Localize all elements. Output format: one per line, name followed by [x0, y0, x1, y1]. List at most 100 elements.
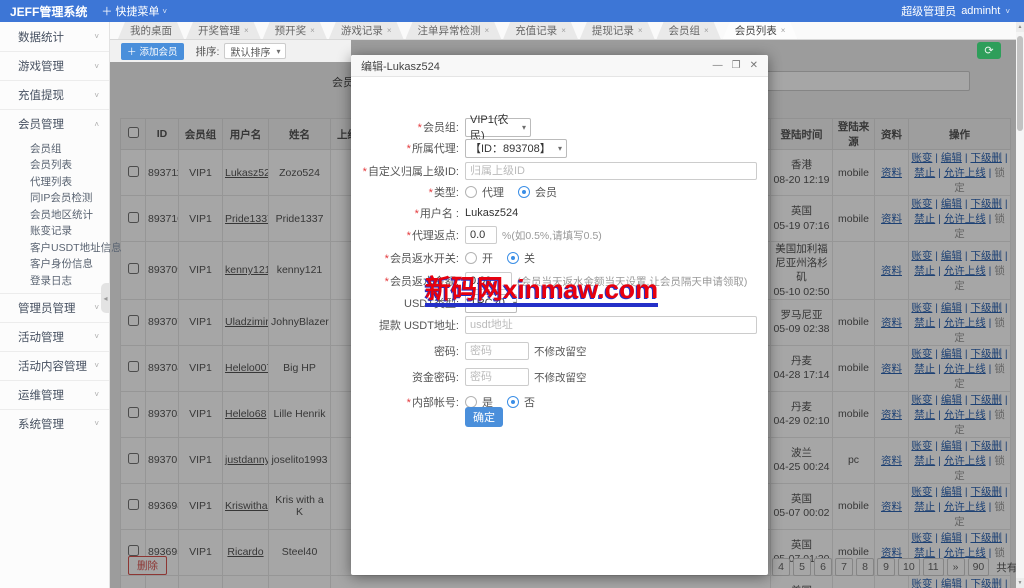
sort-label: 排序:	[195, 45, 220, 58]
sidebar-group-label: 充值提现	[18, 90, 64, 102]
tab-会员组[interactable]: 会员组 ×	[657, 22, 721, 39]
sidebar-item-代理列表[interactable]: 代理列表	[0, 173, 109, 190]
sidebar-item-会员地区统计[interactable]: 会员地区统计	[0, 206, 109, 223]
quick-menu-button[interactable]: ＋ 快捷菜单 ˅	[101, 3, 167, 19]
plus-icon: ＋	[101, 6, 113, 18]
chevron-down-icon: ˅	[94, 90, 99, 100]
internal-account-label: *内部帐号:	[406, 397, 459, 409]
refresh-icon: ⟳	[984, 45, 994, 57]
usdt-address-input[interactable]	[465, 316, 757, 334]
type-agent-radio[interactable]	[465, 186, 477, 198]
agent-label: *所属代理:	[406, 143, 459, 155]
scrollbar[interactable]: ▲ ▼	[1016, 22, 1024, 588]
sidebar-collapse-handle[interactable]: ◂	[101, 283, 110, 313]
tab-游戏记录[interactable]: 游戏记录 ×	[329, 22, 404, 39]
tab-close-icon[interactable]: ×	[310, 26, 315, 35]
scroll-down-icon[interactable]: ▼	[1016, 578, 1024, 588]
chevron-down-icon: ˅	[94, 332, 99, 341]
rakeback-on-label: 开	[482, 253, 493, 265]
user-menu[interactable]: 超级管理员 adminht ˅	[901, 3, 1024, 19]
sidebar-group-数据统计[interactable]: 数据统计 ˅	[0, 22, 109, 51]
tab-提现记录[interactable]: 提现记录 ×	[580, 22, 655, 39]
user-name: adminht	[961, 5, 1001, 17]
tab-close-icon[interactable]: ×	[561, 26, 566, 35]
tab-label: 开奖管理	[198, 25, 240, 37]
confirm-button[interactable]: 确定	[465, 407, 503, 427]
rakeback-off-radio[interactable]	[507, 252, 519, 264]
tab-充值记录[interactable]: 充值记录 ×	[503, 22, 578, 39]
top-header-bar: JEFF管理系统 ＋ 快捷菜单 ˅ 超级管理员 adminht ˅	[0, 0, 1024, 22]
username-value: Lukasz524	[465, 207, 519, 219]
tab-close-icon[interactable]: ×	[638, 26, 643, 35]
sidebar-item-客户身份信息[interactable]: 客户身份信息	[0, 256, 109, 273]
tab-close-icon[interactable]: ×	[244, 26, 249, 35]
sidebar-group-会员管理[interactable]: 会员管理 ˄	[0, 109, 109, 138]
rakeback-on-radio[interactable]	[465, 252, 477, 264]
close-icon[interactable]: ✕	[750, 60, 758, 71]
sidebar-item-同IP会员检测[interactable]: 同IP会员检测	[0, 190, 109, 207]
sidebar-group-管理员管理[interactable]: 管理员管理 ˅	[0, 292, 109, 322]
add-member-button[interactable]: ＋ 添加会员	[121, 42, 184, 60]
parent-id-input[interactable]	[465, 162, 757, 180]
tab-bar: 我的桌面 开奖管理 × 预开奖 × 游戏记录 × 注单异常检测 × 充值记录 × 提现记录 × 会员组 × 会…	[110, 22, 1024, 40]
tab-close-icon[interactable]: ×	[781, 26, 786, 35]
internal-no-label: 否	[524, 397, 535, 409]
refresh-button[interactable]: ⟳	[977, 42, 1001, 59]
tab-开奖管理[interactable]: 开奖管理 ×	[186, 22, 261, 39]
caret-down-icon: ▾	[276, 46, 281, 56]
tab-label: 提现记录	[591, 25, 634, 37]
sidebar-item-会员组[interactable]: 会员组	[0, 140, 109, 157]
scroll-up-icon[interactable]: ▲	[1016, 22, 1024, 32]
sidebar-group-label: 管理员管理	[18, 302, 76, 315]
sidebar-group-系统管理[interactable]: 系统管理 ˅	[0, 408, 109, 438]
sidebar-item-客户USDT地址信息[interactable]: 客户USDT地址信息	[0, 239, 122, 256]
tab-close-icon[interactable]: ×	[485, 26, 490, 35]
tab-close-icon[interactable]: ×	[387, 26, 392, 35]
rakeback-off-label: 关	[524, 253, 535, 265]
type-member-radio[interactable]	[518, 186, 530, 198]
tab-我的桌面[interactable]: 我的桌面	[118, 22, 184, 39]
password-hint: 不修改留空	[534, 345, 587, 358]
app-title: JEFF管理系统	[10, 4, 88, 19]
maximize-icon[interactable]: ❐	[732, 60, 741, 71]
caret-down-icon: ▾	[557, 143, 562, 153]
internal-no-radio[interactable]	[507, 396, 519, 408]
usdt-address-label: 提款 USDT地址:	[378, 320, 459, 332]
sidebar-item-会员列表[interactable]: 会员列表	[0, 157, 109, 174]
fund-password-label: 资金密码:	[411, 372, 459, 384]
chevron-up-icon: ˄	[94, 119, 99, 129]
toolbar: ＋ 添加会员 排序: 默认排序 ▾	[110, 40, 351, 62]
sort-select[interactable]: 默认排序 ▾	[224, 43, 287, 59]
chevron-down-icon: ˅	[1005, 6, 1010, 16]
scrollbar-thumb[interactable]	[1017, 36, 1023, 131]
tab-label: 我的桌面	[130, 25, 172, 37]
sidebar-group-运维管理[interactable]: 运维管理 ˅	[0, 379, 109, 409]
group-label: *会员组:	[417, 122, 459, 134]
caret-down-icon: ▾	[521, 122, 526, 132]
tab-会员列表[interactable]: 会员列表 ×	[723, 22, 798, 39]
agent-select[interactable]: 【ID：893708】 ▾	[465, 138, 567, 158]
plus-icon: ＋	[127, 47, 137, 58]
sidebar-group-label: 活动管理	[18, 331, 64, 344]
sidebar-group-充值提现[interactable]: 充值提现 ˅	[0, 80, 109, 109]
chevron-down-icon: ˅	[94, 390, 99, 399]
tab-close-icon[interactable]: ×	[704, 26, 709, 35]
sidebar-group-游戏管理[interactable]: 游戏管理 ˅	[0, 51, 109, 80]
sidebar-group-活动管理[interactable]: 活动管理 ˅	[0, 321, 109, 351]
password-input[interactable]	[465, 342, 529, 360]
user-role: 超级管理员	[901, 6, 957, 18]
tab-预开奖[interactable]: 预开奖 ×	[263, 22, 327, 39]
sidebar-group-label: 运维管理	[18, 389, 64, 402]
rebate-input[interactable]	[465, 226, 497, 244]
sidebar-group-活动内容管理[interactable]: 活动内容管理 ˅	[0, 350, 109, 380]
rebate-label: *代理返点:	[406, 230, 459, 242]
group-select[interactable]: VIP1(农民) ▾	[465, 114, 531, 142]
type-label: *类型:	[428, 187, 459, 199]
rebate-hint: %(如0.5%,请填写0.5)	[502, 229, 602, 242]
chevron-down-icon: ˅	[94, 303, 99, 312]
fund-password-input[interactable]	[465, 368, 529, 386]
tab-注单异常检测[interactable]: 注单异常检测 ×	[406, 22, 502, 39]
sidebar-item-账变记录[interactable]: 账变记录	[0, 223, 109, 240]
minimize-icon[interactable]: —	[713, 60, 723, 71]
sidebar-item-登录日志[interactable]: 登录日志	[0, 272, 109, 289]
